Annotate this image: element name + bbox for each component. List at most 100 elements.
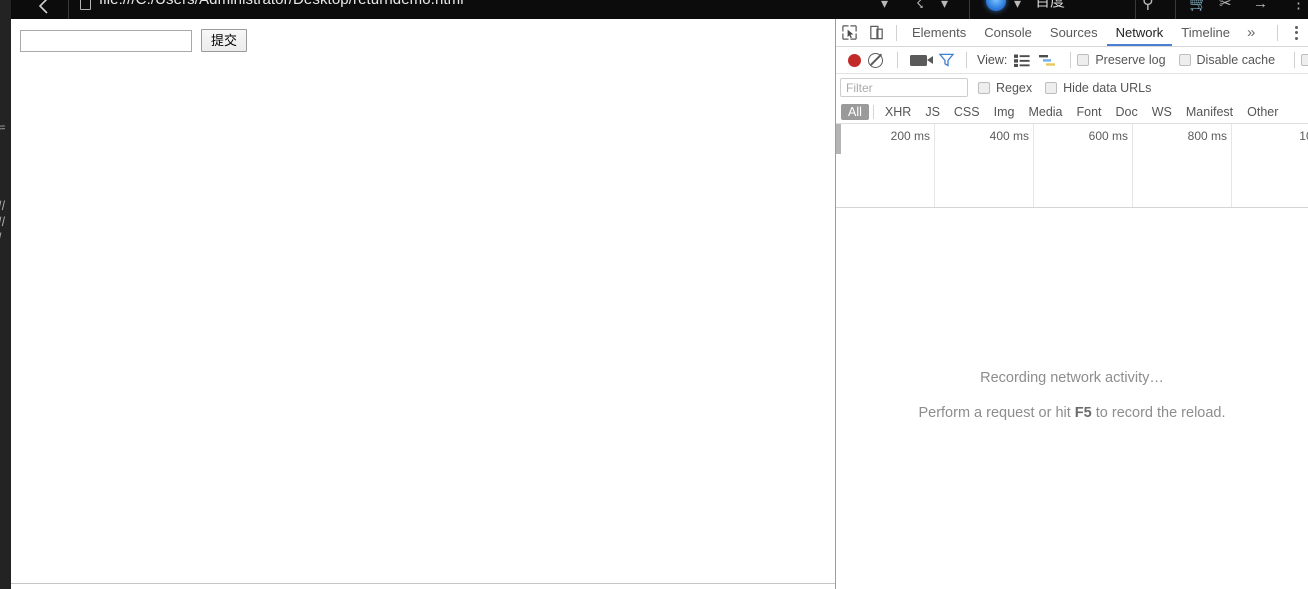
- funnel-icon[interactable]: [939, 53, 954, 67]
- tick-label: 800 ms: [1187, 129, 1227, 143]
- chip-media[interactable]: Media: [1021, 104, 1069, 120]
- hide-data-urls-checkbox[interactable]: Hide data URLs: [1045, 81, 1151, 95]
- overview-tick: 1000: [1232, 124, 1308, 207]
- empty-state: Recording network activity… Perform a re…: [836, 370, 1308, 421]
- empty-state-post: to record the reload.: [1091, 405, 1226, 421]
- view-label: View:: [977, 53, 1008, 67]
- chevron-down-icon[interactable]: ▾: [941, 0, 948, 13]
- chip-doc[interactable]: Doc: [1109, 104, 1145, 120]
- chip-divider: [872, 105, 874, 119]
- disable-cache-checkbox[interactable]: Disable cache: [1178, 53, 1275, 67]
- timeline-overview[interactable]: 200 ms 400 ms 600 ms 800 ms 1000: [836, 124, 1308, 208]
- chevron-down-icon[interactable]: ▾: [1014, 0, 1021, 13]
- chip-ws[interactable]: WS: [1145, 104, 1179, 120]
- toolbar-divider: [1294, 52, 1296, 68]
- sliver-artifact-text: //: [0, 213, 6, 230]
- rendered-document: 提交: [11, 19, 835, 589]
- checkbox-box[interactable]: [978, 81, 990, 94]
- list-view-icon[interactable]: [1014, 54, 1030, 67]
- chip-css[interactable]: CSS: [947, 104, 987, 120]
- more-options-icon[interactable]: [1284, 19, 1308, 46]
- sliver-artifact-text: =: [0, 121, 6, 135]
- network-requests-area: Recording network activity… Perform a re…: [836, 208, 1308, 579]
- regex-checkbox[interactable]: Regex: [978, 81, 1032, 95]
- network-toolbar: View: Preserve log Disable cache: [836, 47, 1308, 74]
- chip-other[interactable]: Other: [1240, 104, 1285, 120]
- tab-network[interactable]: Network: [1107, 19, 1173, 46]
- baidu-logo-icon[interactable]: [986, 0, 1006, 11]
- device-toolbar-icon[interactable]: [863, 20, 890, 46]
- chip-xhr[interactable]: XHR: [878, 104, 918, 120]
- waterfall-view-icon[interactable]: [1039, 54, 1056, 67]
- hide-data-urls-label: Hide data URLs: [1063, 80, 1152, 95]
- text-input[interactable]: [20, 29, 192, 52]
- inspect-element-icon[interactable]: [836, 20, 863, 46]
- adjacent-window-sliver: = // // /: [0, 0, 11, 589]
- overview-ticks: 200 ms 400 ms 600 ms 800 ms 1000: [836, 124, 1308, 207]
- chrome-divider: [68, 0, 69, 19]
- overview-tick: 200 ms: [836, 124, 935, 207]
- chip-font[interactable]: Font: [1070, 104, 1109, 120]
- arrow-right-icon[interactable]: →: [1253, 0, 1268, 13]
- overview-tick: 400 ms: [935, 124, 1034, 207]
- tab-console[interactable]: Console: [975, 19, 1041, 46]
- empty-state-key: F5: [1074, 405, 1092, 421]
- tick-label: 1000: [1299, 129, 1308, 143]
- browser-chrome-bar: file:///C:/Users/Administrator/Desktop/r…: [11, 0, 1308, 19]
- toolbar-divider: [1070, 52, 1072, 68]
- record-button-icon[interactable]: [848, 53, 861, 67]
- scissors-icon[interactable]: ✂: [1219, 0, 1232, 13]
- empty-state-pre: Perform a request or hit: [918, 405, 1075, 421]
- screen-root: = // // / file:///C:/Users/Administrator…: [0, 0, 1308, 589]
- chip-all[interactable]: All: [841, 104, 869, 120]
- overview-tick: 600 ms: [1034, 124, 1133, 207]
- chrome-divider: [1135, 0, 1136, 19]
- chip-img[interactable]: Img: [987, 104, 1022, 120]
- preserve-log-label: Preserve log: [1095, 53, 1166, 67]
- tabbar-divider: [1277, 24, 1278, 41]
- empty-state-primary: Recording network activity…: [980, 370, 1164, 386]
- tab-timeline[interactable]: Timeline: [1172, 19, 1239, 46]
- devtools-panel: Elements Console Sources Network Timelin…: [836, 19, 1308, 589]
- tabbar-right-group: [1271, 19, 1308, 46]
- overview-tick: 800 ms: [1133, 124, 1232, 207]
- page-info-icon[interactable]: [80, 0, 91, 10]
- toolbar-divider: [966, 52, 967, 68]
- sliver-artifact-text: /: [0, 230, 2, 245]
- offline-checkbox[interactable]: O: [1301, 53, 1308, 67]
- filter-bar: Regex Hide data URLs: [836, 74, 1308, 101]
- camera-icon[interactable]: [910, 54, 933, 66]
- pin-icon[interactable]: ☇: [916, 0, 924, 13]
- more-tabs-icon[interactable]: »: [1239, 19, 1263, 47]
- filter-input[interactable]: [840, 78, 968, 97]
- regex-label: Regex: [996, 80, 1033, 95]
- tab-sources[interactable]: Sources: [1041, 19, 1107, 46]
- checkbox-box[interactable]: [1301, 54, 1308, 66]
- chevron-down-icon[interactable]: ▾: [881, 0, 888, 13]
- empty-state-secondary: Perform a request or hit F5 to record th…: [836, 405, 1308, 421]
- tick-label: 200 ms: [890, 129, 930, 143]
- submit-button[interactable]: 提交: [201, 29, 248, 52]
- demo-form: 提交: [20, 29, 248, 52]
- preserve-log-checkbox[interactable]: Preserve log: [1077, 53, 1166, 67]
- page-viewport: 提交: [11, 19, 835, 589]
- cart-icon[interactable]: 🛒: [1189, 0, 1208, 13]
- tick-label: 600 ms: [1088, 129, 1128, 143]
- clear-icon[interactable]: [868, 52, 883, 68]
- checkbox-box[interactable]: [1178, 54, 1191, 66]
- chrome-divider: [1175, 0, 1176, 19]
- tick-label: 400 ms: [989, 129, 1029, 143]
- chip-manifest[interactable]: Manifest: [1179, 104, 1240, 120]
- devtools-tabbar: Elements Console Sources Network Timelin…: [836, 19, 1308, 47]
- baidu-label[interactable]: 百度: [1035, 0, 1065, 11]
- checkbox-box[interactable]: [1045, 81, 1058, 94]
- sliver-artifact-text: //: [0, 197, 6, 214]
- address-bar-url[interactable]: file:///C:/Users/Administrator/Desktop/r…: [99, 0, 464, 8]
- resource-type-filters: All XHR JS CSS Img Media Font Doc WS Man…: [836, 101, 1308, 124]
- chip-js[interactable]: JS: [918, 104, 947, 120]
- back-arrow-icon[interactable]: [33, 0, 55, 17]
- checkbox-box[interactable]: [1077, 54, 1090, 66]
- tab-elements[interactable]: Elements: [903, 19, 975, 46]
- search-icon[interactable]: ⚲: [1142, 0, 1154, 13]
- kebab-menu-icon[interactable]: ⋮: [1291, 0, 1306, 13]
